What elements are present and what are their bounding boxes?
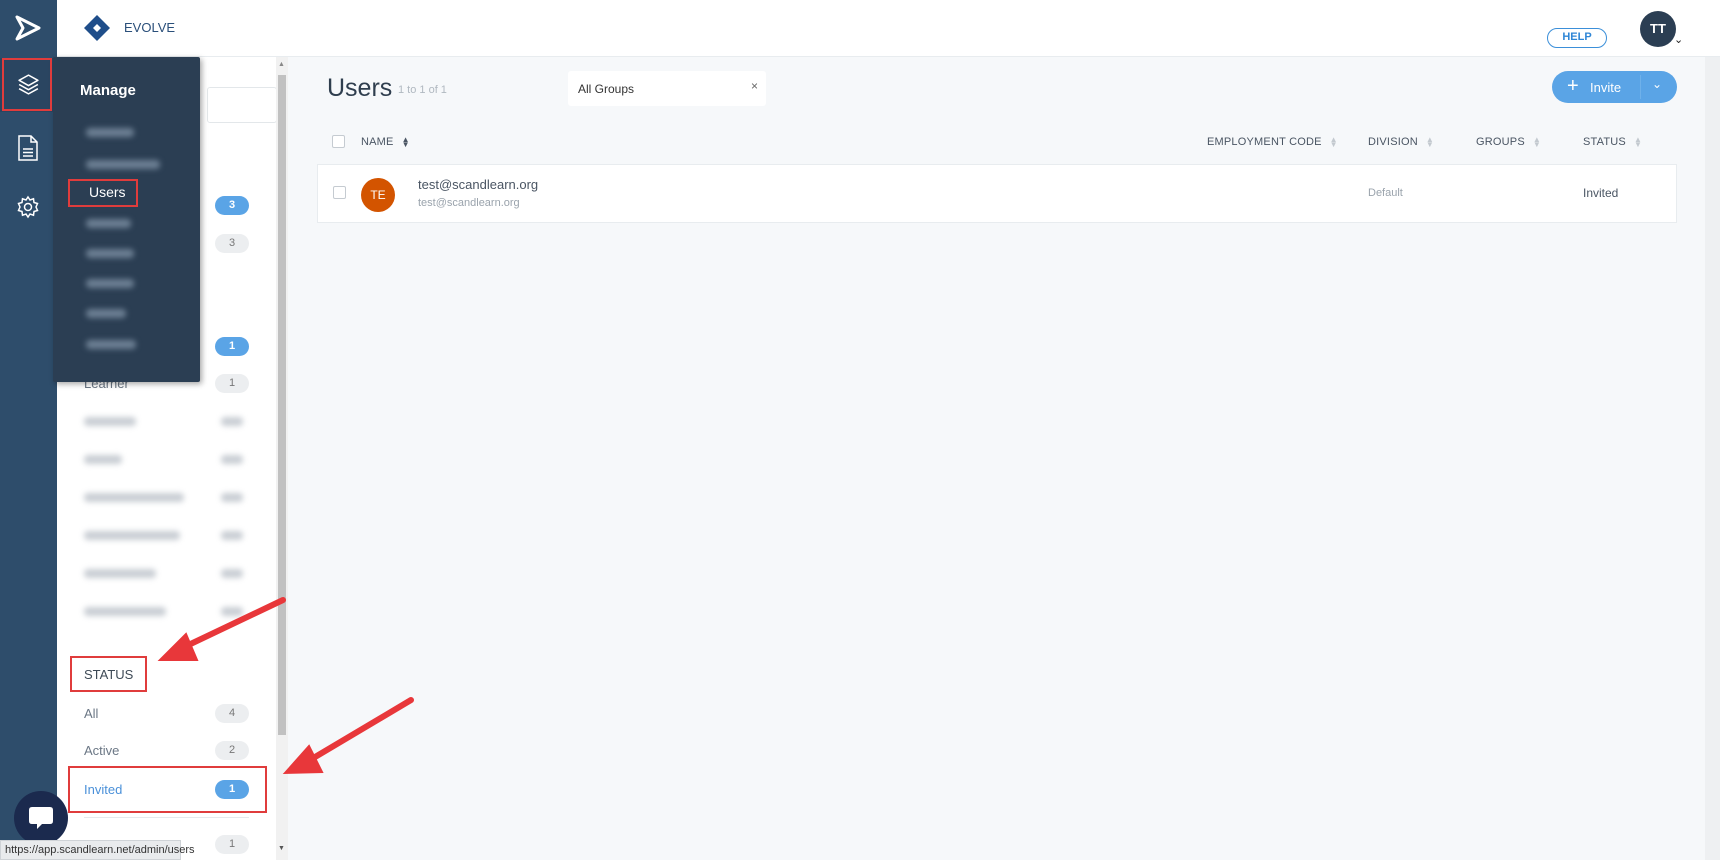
group-filter-select[interactable]: All Groups × — [568, 71, 766, 106]
left-rail — [0, 0, 57, 860]
invite-button-group: + Invite ⌄ — [1552, 71, 1677, 103]
blurred-label — [84, 455, 122, 464]
filter-item[interactable] — [84, 561, 249, 585]
blurred-label — [84, 607, 166, 616]
status-filter-all[interactable]: All 4 — [84, 702, 249, 726]
blurred-count — [221, 569, 243, 578]
scroll-down-icon[interactable]: ▼ — [278, 845, 285, 852]
sidebar-scrollbar[interactable]: ▲ ▼ — [276, 57, 288, 860]
annotation-box — [2, 58, 52, 111]
blurred-menu-item[interactable] — [86, 309, 126, 318]
divider — [1640, 75, 1641, 99]
blurred-count — [221, 607, 243, 616]
annotation-box — [68, 766, 267, 813]
annotation-arrow — [302, 697, 414, 766]
chat-launcher-button[interactable] — [14, 791, 68, 845]
blurred-menu-item[interactable] — [86, 340, 136, 349]
chevron-down-icon[interactable]: ⌄ — [1674, 33, 1683, 46]
user-email: test@scandlearn.org — [418, 197, 520, 209]
count-badge: 1 — [215, 835, 249, 854]
column-label: NAME — [361, 136, 394, 148]
select-all-checkbox[interactable] — [332, 135, 345, 148]
flyout-title: Manage — [80, 82, 136, 99]
filter-label: All — [84, 706, 99, 721]
column-header-status[interactable]: STATUS ▲ ▼ — [1583, 135, 1643, 150]
sort-icon: ▲ ▼ — [1329, 135, 1338, 150]
user-name[interactable]: test@scandlearn.org — [418, 177, 538, 192]
result-count: 1 to 1 of 1 — [398, 84, 447, 96]
help-button[interactable]: HELP — [1547, 28, 1607, 48]
blurred-menu-item[interactable] — [86, 219, 131, 228]
status-cell: Invited — [1583, 186, 1619, 200]
column-header-division[interactable]: DIVISION ▲ ▼ — [1368, 135, 1435, 150]
blurred-count — [221, 531, 243, 540]
column-header-name[interactable]: NAME ▲ ▼ — [361, 135, 410, 150]
count-badge: 4 — [215, 704, 249, 723]
sort-icon: ▲ ▼ — [1425, 135, 1435, 150]
count-badge: 1 — [215, 374, 249, 393]
blurred-menu-item[interactable] — [86, 160, 160, 169]
column-label: STATUS — [1583, 136, 1626, 148]
blurred-menu-item[interactable] — [86, 249, 134, 258]
blurred-count — [221, 417, 243, 426]
blurred-label — [84, 417, 136, 426]
annotation-box — [68, 179, 138, 207]
filter-item[interactable] — [84, 485, 249, 509]
group-filter-value: All Groups — [578, 82, 635, 96]
sort-icon: ▲ ▼ — [401, 135, 410, 150]
filter-item[interactable] — [84, 447, 249, 471]
sort-icon: ▲ ▼ — [1532, 135, 1541, 150]
count-badge: 1 — [215, 337, 249, 356]
column-header-employment-code[interactable]: EMPLOYMENT CODE ▲ ▼ — [1207, 135, 1338, 150]
count-badge: 2 — [215, 741, 249, 760]
filter-search-input[interactable] — [207, 87, 277, 123]
status-filter-active[interactable]: Active 2 — [84, 739, 249, 763]
annotation-box — [70, 656, 147, 692]
invite-label: Invite — [1590, 80, 1622, 95]
sort-icon: ▲ ▼ — [1633, 135, 1643, 150]
app-logo-icon[interactable] — [14, 14, 42, 42]
brand-name: EVOLVE — [124, 20, 176, 35]
evolve-logo-icon — [84, 15, 110, 41]
blurred-label — [84, 493, 184, 502]
page-title: Users — [327, 74, 393, 102]
table-row[interactable]: TE test@scandlearn.org test@scandlearn.o… — [317, 164, 1677, 223]
settings-gear-icon[interactable] — [16, 195, 40, 219]
arrow-head — [282, 744, 324, 775]
count-badge: 3 — [215, 196, 249, 215]
filter-item[interactable] — [84, 523, 249, 547]
column-label: EMPLOYMENT CODE — [1207, 136, 1322, 148]
count-badge: 3 — [215, 234, 249, 253]
scrollbar-thumb[interactable] — [278, 75, 286, 735]
invite-options-chevron-icon[interactable]: ⌄ — [1652, 77, 1662, 91]
user-avatar[interactable]: TT — [1640, 11, 1676, 47]
blurred-label — [84, 569, 156, 578]
column-label: GROUPS — [1476, 136, 1525, 148]
invite-button[interactable]: + Invite — [1552, 71, 1640, 103]
filter-item[interactable] — [84, 409, 249, 433]
browser-status-url: https://app.scandlearn.net/admin/users — [0, 840, 195, 860]
blurred-label — [84, 531, 180, 540]
scroll-up-icon[interactable]: ▲ — [278, 61, 285, 68]
filter-label: Active — [84, 743, 120, 758]
document-icon[interactable] — [17, 135, 39, 161]
user-avatar: TE — [361, 178, 395, 212]
clear-filter-icon[interactable]: × — [751, 79, 758, 93]
divider — [84, 817, 249, 818]
blurred-count — [221, 455, 243, 464]
top-header: EVOLVE HELP TT ⌄ — [57, 0, 1720, 57]
column-label: DIVISION — [1368, 136, 1418, 148]
column-header-groups[interactable]: GROUPS ▲ ▼ — [1476, 135, 1541, 150]
page-scrollbar[interactable] — [1705, 57, 1720, 860]
blurred-count — [221, 493, 243, 502]
blurred-menu-item[interactable] — [86, 128, 134, 137]
manage-flyout-menu: Manage Users — [53, 57, 200, 382]
row-checkbox[interactable] — [333, 186, 346, 199]
blurred-menu-item[interactable] — [86, 279, 134, 288]
division-cell: Default — [1368, 187, 1403, 199]
chat-bubble-icon — [29, 807, 53, 829]
filter-item[interactable] — [84, 599, 249, 623]
plus-icon: + — [1567, 75, 1579, 97]
